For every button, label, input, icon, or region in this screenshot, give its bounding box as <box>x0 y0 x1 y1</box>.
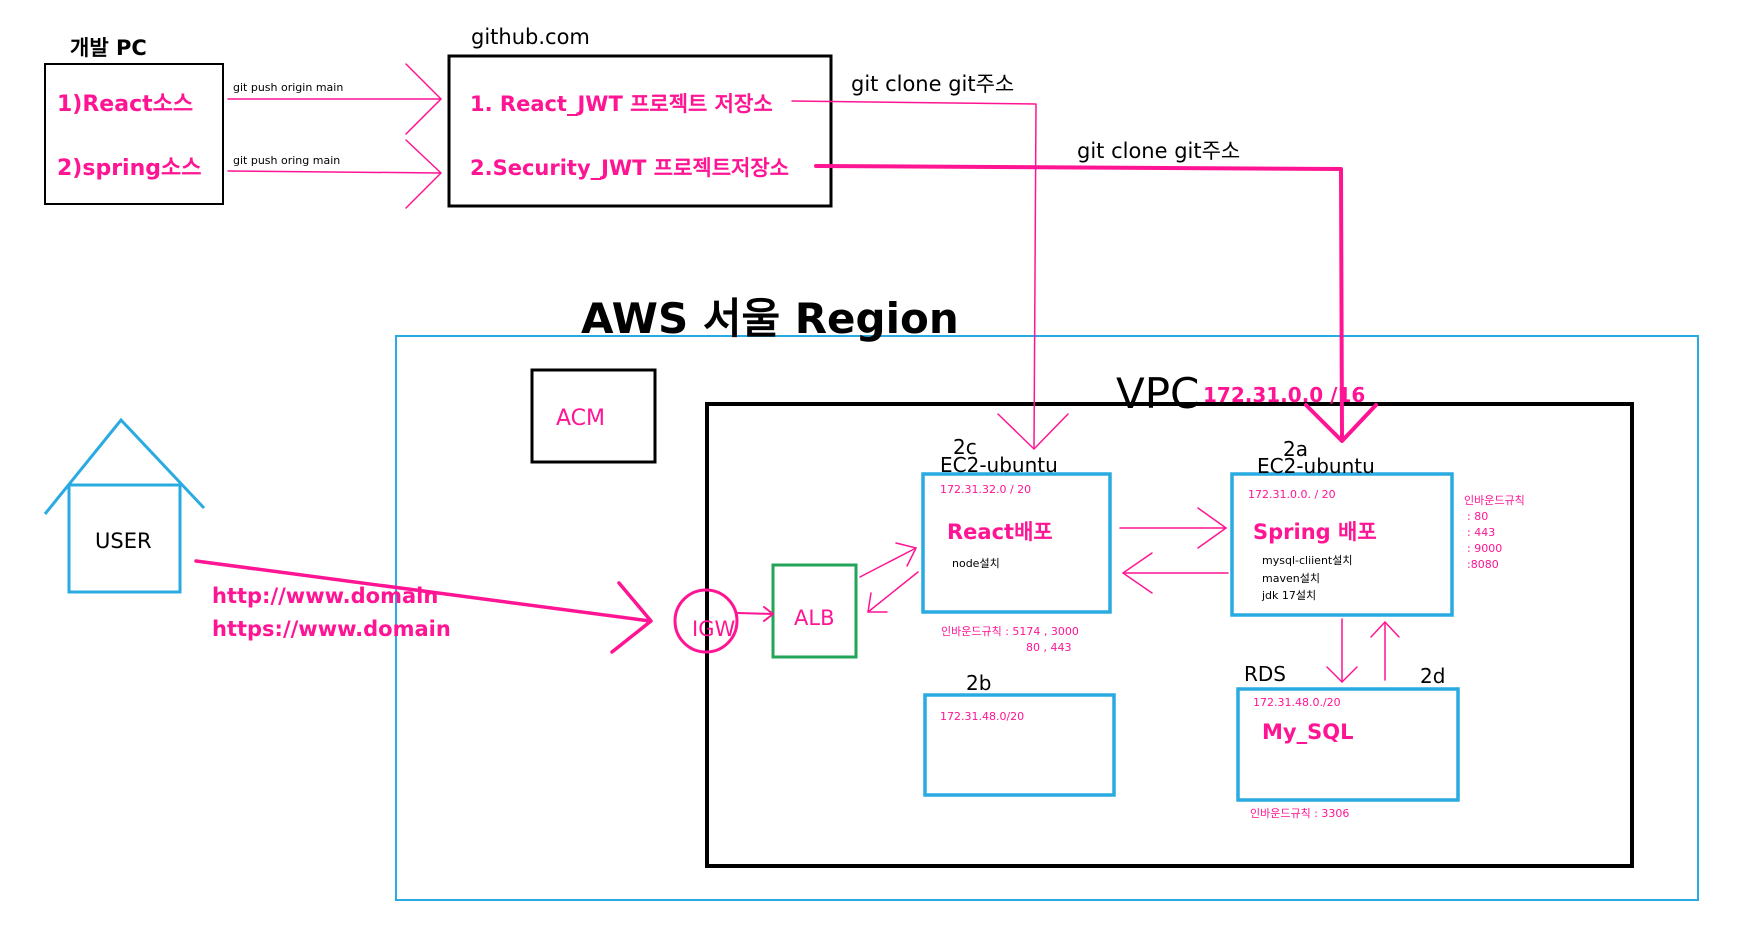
rds-spring-arrow <box>1370 621 1400 681</box>
clone-label-2: git clone git주소 <box>1077 139 1241 163</box>
ec2-spring-inbound-title: 인바운드규칙 <box>1464 494 1525 507</box>
spring-react-arrow <box>1122 552 1229 594</box>
react-spring-arrow <box>1119 507 1227 549</box>
github-repo-security: 2.Security_JWT 프로젝트저장소 <box>470 156 789 180</box>
rds-subnet: 172.31.48.0./20 <box>1253 696 1341 709</box>
ec2-spring-inbound-port-3: : 9000 <box>1467 542 1503 555</box>
acm-label: ACM <box>556 406 606 431</box>
push-arrow-2 <box>227 139 442 209</box>
ec2-spring-detail-2: maven설치 <box>1262 572 1320 585</box>
ec2-spring-detail-1: mysql-cliient설치 <box>1262 554 1353 567</box>
ec2-react-subnet: 172.31.32.0 / 20 <box>940 483 1032 496</box>
github-title: github.com <box>471 25 590 49</box>
clone-arrow-1 <box>791 100 1069 450</box>
dev-pc-item-react: 1)React소스 <box>57 92 194 117</box>
user-url-https: https://www.domain <box>212 617 451 641</box>
rds-title: My_SQL <box>1262 720 1354 744</box>
alb-label: ALB <box>794 606 835 630</box>
ec2-react-title: React배포 <box>947 520 1053 544</box>
push-label-1: git push origin main <box>233 81 344 94</box>
user-house-icon <box>43 417 206 594</box>
igw-label: IGW <box>692 617 736 641</box>
react-alb-arrow <box>867 571 919 613</box>
igw-alb-arrow <box>737 606 774 622</box>
github-repo-react: 1. React_JWT 프로젝트 저장소 <box>470 92 773 116</box>
ec2-spring-inbound-port-4: :8080 <box>1467 558 1499 571</box>
github-box <box>447 54 833 208</box>
clone-label-1: git clone git주소 <box>851 72 1015 96</box>
vpc-box <box>705 402 1634 868</box>
rds-az: 2d <box>1420 664 1446 688</box>
ec2-spring-title: Spring 배포 <box>1253 520 1377 544</box>
subnet-2b-az: 2b <box>966 671 992 695</box>
push-label-2: git push oring main <box>233 154 341 167</box>
vpc-title: VPC <box>1116 369 1200 418</box>
ec2-react-detail: node설치 <box>952 557 1000 570</box>
ec2-spring-name: EC2-ubuntu <box>1257 454 1375 478</box>
ec2-react-name: EC2-ubuntu <box>940 453 1058 477</box>
ec2-react-inbound-2: 80 , 443 <box>1026 641 1072 654</box>
spring-rds-arrow <box>1326 618 1358 683</box>
ec2-spring-inbound-port-2: : 443 <box>1467 526 1496 539</box>
subnet-2b-cidr: 172.31.48.0/20 <box>940 710 1025 723</box>
alb-react-arrow <box>859 542 917 578</box>
aws-region-title: AWS 서울 Region <box>581 294 959 343</box>
push-arrow-1 <box>227 63 442 135</box>
ec2-spring-inbound-port-1: : 80 <box>1467 510 1489 523</box>
user-label: USER <box>95 529 152 553</box>
ec2-spring-detail-3: jdk 17설치 <box>1262 589 1317 602</box>
vpc-cidr: 172.31.0.0 /16 <box>1203 383 1366 407</box>
dev-pc-item-spring: 2)spring소스 <box>57 156 202 181</box>
rds-label: RDS <box>1244 662 1286 686</box>
ec2-spring-subnet: 172.31.0.0. / 20 <box>1248 488 1336 501</box>
ec2-react-inbound-1: 인바운드규칙 : 5174 , 3000 <box>941 625 1079 638</box>
diagram-canvas <box>43 54 1699 901</box>
dev-pc-title: 개발 PC <box>70 36 147 60</box>
dev-pc-box <box>44 63 224 205</box>
user-url-http: http://www.domain <box>212 584 439 608</box>
rds-inbound: 인바운드규칙 : 3306 <box>1250 807 1350 820</box>
